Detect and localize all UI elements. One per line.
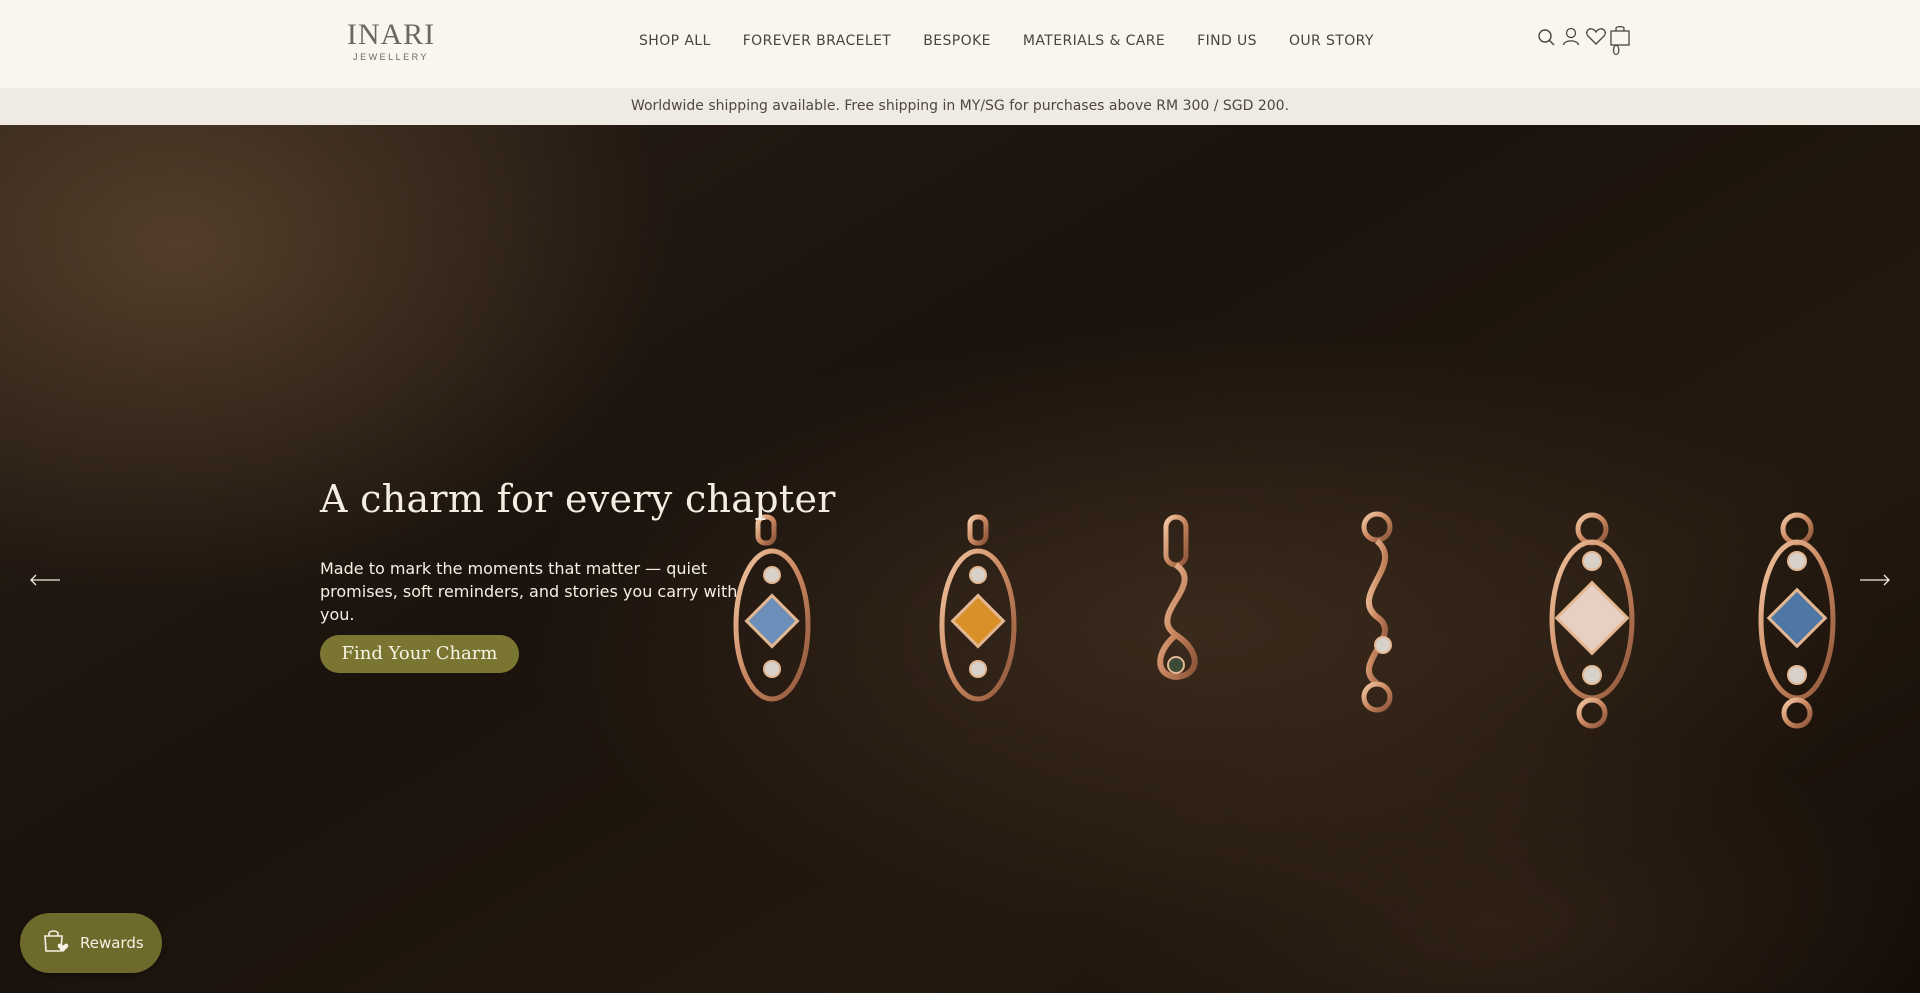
shopping-bag-heart-icon xyxy=(40,926,70,961)
hero-subtitle: Made to mark the moments that matter — q… xyxy=(320,559,738,624)
nav-our-story[interactable]: OUR STORY xyxy=(1289,33,1374,49)
charm-infinity-link xyxy=(1361,511,1393,713)
nav-materials-care[interactable]: MATERIALS & CARE xyxy=(1023,33,1165,49)
find-your-charm-button[interactable]: Find Your Charm xyxy=(320,635,519,673)
rewards-label: Rewards xyxy=(80,934,144,952)
charm-citrine-oval xyxy=(939,514,1017,702)
cart-count: 0 xyxy=(1612,44,1621,59)
hero-slideshow: A charm for every chapter Made to mark t… xyxy=(0,125,1920,993)
site-header: INARI JEWELLERY SHOP ALL FOREVER BRACELE… xyxy=(0,0,1920,88)
hero-charms-image xyxy=(733,511,1836,729)
account-icon[interactable] xyxy=(1561,24,1581,48)
hero-title: A charm for every chapter xyxy=(320,477,836,521)
nav-find-us[interactable]: FIND US xyxy=(1197,33,1257,49)
logo-wordmark: INARI xyxy=(346,18,436,51)
nav-forever-bracelet[interactable]: FOREVER BRACELET xyxy=(743,33,892,49)
announcement-bar: Worldwide shipping available. Free shipp… xyxy=(0,88,1920,125)
arrow-right-icon[interactable] xyxy=(1858,572,1892,588)
arrow-left-icon[interactable] xyxy=(28,572,62,588)
search-icon[interactable] xyxy=(1537,24,1557,48)
main-nav: SHOP ALL FOREVER BRACELET BESPOKE MATERI… xyxy=(639,33,1406,49)
charm-infinity-green xyxy=(1157,514,1198,681)
cart-button[interactable]: 0 xyxy=(1609,24,1631,60)
cart-bag-icon xyxy=(1610,25,1630,46)
header-icons: 0 xyxy=(1537,24,1631,60)
charm-blue-link xyxy=(1758,512,1836,729)
brand-logo[interactable]: INARI JEWELLERY xyxy=(343,18,439,63)
nav-bespoke[interactable]: BESPOKE xyxy=(923,33,991,49)
nav-shop-all[interactable]: SHOP ALL xyxy=(639,33,711,49)
wishlist-heart-icon[interactable] xyxy=(1585,24,1606,48)
charm-rose-quartz-link xyxy=(1549,512,1635,729)
rewards-launcher[interactable]: Rewards xyxy=(20,913,162,973)
logo-subtitle: JEWELLERY xyxy=(353,52,429,62)
